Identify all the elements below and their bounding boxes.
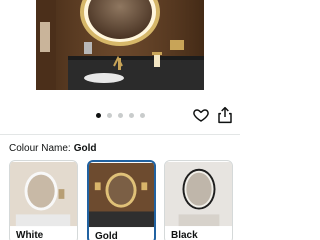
variant-option-white[interactable]: White xyxy=(9,160,78,240)
white-mirror-thumbnail xyxy=(10,161,77,227)
black-mirror-thumbnail xyxy=(165,161,232,227)
variant-option-label: Gold xyxy=(95,231,118,240)
section-divider xyxy=(0,134,240,135)
variant-heading: Colour Name: Gold xyxy=(9,143,96,155)
variant-option-black[interactable]: Black xyxy=(164,160,233,240)
heart-icon[interactable] xyxy=(193,107,209,123)
carousel-dot[interactable] xyxy=(128,112,134,118)
variant-selected-value: Gold xyxy=(73,143,97,154)
carousel-dot[interactable] xyxy=(95,112,101,118)
gold-mirror-thumbnail xyxy=(89,162,154,228)
carousel-dot[interactable] xyxy=(139,112,145,118)
variant-option-gold[interactable]: Gold xyxy=(87,160,156,240)
carousel-dot[interactable] xyxy=(106,112,112,118)
carousel-dot[interactable] xyxy=(117,112,123,118)
variant-label: Colour Name: xyxy=(9,143,71,154)
variant-option-label: White xyxy=(16,230,44,240)
variant-option-label: Black xyxy=(171,230,198,240)
product-image[interactable] xyxy=(0,0,240,104)
share-icon[interactable] xyxy=(217,106,233,124)
bathroom-scene-image xyxy=(0,0,240,104)
